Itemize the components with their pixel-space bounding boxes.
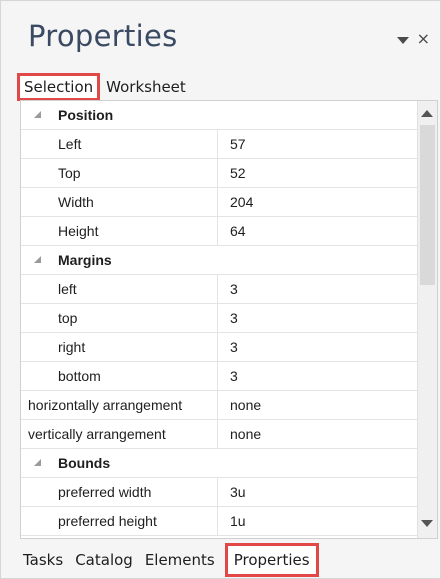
property-value[interactable]: 3u bbox=[219, 478, 418, 506]
property-name: preferred width bbox=[21, 478, 218, 506]
property-name: vertically arrangement bbox=[21, 420, 218, 448]
panel-titlebar: Properties × bbox=[1, 1, 440, 67]
property-row-margin-right[interactable]: right 3 bbox=[21, 333, 418, 362]
property-row-preferred-height[interactable]: preferred height 1u bbox=[21, 507, 418, 536]
property-row-preferred-width[interactable]: preferred width 3u bbox=[21, 478, 418, 507]
category-bounds[interactable]: Bounds bbox=[21, 449, 418, 478]
property-name: left bbox=[21, 275, 218, 303]
property-name: Top bbox=[21, 159, 218, 187]
property-value[interactable]: 204 bbox=[219, 188, 418, 216]
properties-panel: Properties × Selection Worksheet Positio… bbox=[0, 0, 441, 579]
tab-tasks[interactable]: Tasks bbox=[17, 545, 69, 575]
property-value[interactable]: none bbox=[219, 391, 418, 419]
close-icon[interactable]: × bbox=[417, 31, 430, 47]
property-name: top bbox=[21, 304, 218, 332]
property-value[interactable]: 3 bbox=[219, 275, 418, 303]
property-value[interactable]: 1u bbox=[219, 507, 418, 535]
property-name: Left bbox=[21, 130, 218, 158]
property-row-height[interactable]: Height 64 bbox=[21, 217, 418, 246]
scroll-down-arrow-icon[interactable] bbox=[421, 520, 433, 527]
property-value[interactable]: none bbox=[219, 420, 418, 448]
tab-selection[interactable]: Selection bbox=[17, 73, 101, 101]
tab-worksheet[interactable]: Worksheet bbox=[100, 73, 192, 101]
vertical-scrollbar[interactable] bbox=[417, 101, 437, 538]
category-label: Bounds bbox=[58, 455, 111, 471]
property-row-width[interactable]: Width 204 bbox=[21, 188, 418, 217]
top-tabs: Selection Worksheet bbox=[17, 73, 192, 101]
property-name: right bbox=[21, 333, 218, 361]
property-value[interactable]: 64 bbox=[219, 217, 418, 245]
property-row-margin-top[interactable]: top 3 bbox=[21, 304, 418, 333]
property-row-left[interactable]: Left 57 bbox=[21, 130, 418, 159]
property-value[interactable]: 3 bbox=[219, 304, 418, 332]
property-value[interactable]: 52 bbox=[219, 159, 418, 187]
panel-title: Properties bbox=[28, 19, 178, 53]
property-row-top[interactable]: Top 52 bbox=[21, 159, 418, 188]
property-row-horizontal-arrangement[interactable]: horizontally arrangement none bbox=[21, 391, 418, 420]
property-row-vertical-arrangement[interactable]: vertically arrangement none bbox=[21, 420, 418, 449]
property-name: bottom bbox=[21, 362, 218, 390]
property-value[interactable]: 3 bbox=[219, 362, 418, 390]
scroll-thumb[interactable] bbox=[420, 125, 435, 285]
property-name: preferred height bbox=[21, 507, 218, 535]
scroll-up-arrow-icon[interactable] bbox=[421, 110, 433, 117]
property-value[interactable]: 3 bbox=[219, 333, 418, 361]
property-grid-rows: Position Left 57 Top 52 Width 204 Height… bbox=[21, 101, 418, 536]
property-row-margin-left[interactable]: left 3 bbox=[21, 275, 418, 304]
title-icons: × bbox=[396, 31, 430, 47]
tab-elements[interactable]: Elements bbox=[139, 545, 221, 575]
bottom-tabs: Tasks Catalog Elements Properties bbox=[17, 541, 319, 578]
tab-catalog[interactable]: Catalog bbox=[69, 545, 139, 575]
property-name: Height bbox=[21, 217, 218, 245]
category-label: Position bbox=[58, 107, 114, 123]
property-name: Width bbox=[21, 188, 218, 216]
dropdown-arrow-icon[interactable] bbox=[396, 36, 409, 44]
property-row-margin-bottom[interactable]: bottom 3 bbox=[21, 362, 418, 391]
tab-properties[interactable]: Properties bbox=[224, 542, 319, 577]
property-grid: Position Left 57 Top 52 Width 204 Height… bbox=[20, 100, 438, 539]
property-name: horizontally arrangement bbox=[21, 391, 218, 419]
category-label: Margins bbox=[58, 252, 112, 268]
category-margins[interactable]: Margins bbox=[21, 246, 418, 275]
property-value[interactable]: 57 bbox=[219, 130, 418, 158]
category-position[interactable]: Position bbox=[21, 101, 418, 130]
